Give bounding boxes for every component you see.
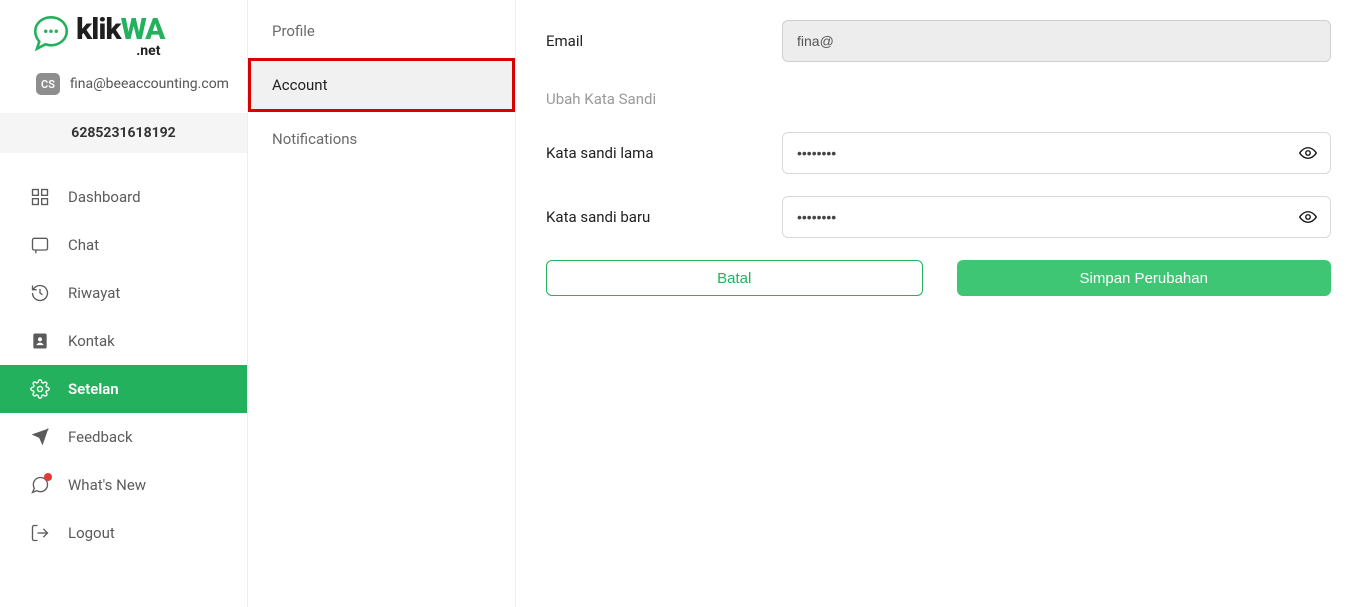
toggle-old-password-visibility[interactable]	[1297, 142, 1319, 164]
current-user-row: CS fina@beeaccounting.com	[0, 65, 247, 113]
old-password-field[interactable]	[782, 132, 1331, 174]
new-password-field[interactable]	[782, 196, 1331, 238]
nav-riwayat[interactable]: Riwayat	[0, 269, 247, 317]
nav-label: Setelan	[68, 380, 119, 398]
email-field	[782, 20, 1331, 62]
nav-label: Riwayat	[68, 284, 120, 302]
subnav-notifications[interactable]: Notifications	[248, 112, 515, 166]
toggle-new-password-visibility[interactable]	[1297, 206, 1319, 228]
email-label: Email	[546, 32, 782, 50]
notification-dot-icon	[44, 473, 52, 481]
eye-icon	[1299, 208, 1317, 226]
old-password-label: Kata sandi lama	[546, 144, 782, 162]
account-settings-panel: Email Ubah Kata Sandi Kata sandi lama Ka…	[516, 0, 1349, 607]
history-icon	[30, 283, 50, 303]
brand-wordmark: klikWA	[76, 12, 164, 47]
primary-nav: Dashboard Chat Riwayat Kontak Setelan Fe…	[0, 153, 247, 557]
brand-chat-icon	[30, 12, 72, 54]
nav-label: What's New	[68, 476, 146, 494]
nav-label: Dashboard	[68, 188, 141, 206]
nav-label: Chat	[68, 236, 99, 254]
phone-number-banner[interactable]: 6285231618192	[0, 113, 247, 153]
paper-plane-icon	[30, 427, 50, 447]
save-changes-button[interactable]: Simpan Perubahan	[957, 260, 1332, 296]
nav-feedback[interactable]: Feedback	[0, 413, 247, 461]
nav-label: Logout	[68, 524, 115, 542]
main-sidebar: klikWA .net CS fina@beeaccounting.com 62…	[0, 0, 248, 607]
user-email: fina@beeaccounting.com	[70, 76, 229, 92]
cancel-button[interactable]: Batal	[546, 260, 923, 296]
brand-block: klikWA .net	[0, 0, 247, 65]
logout-icon	[30, 523, 50, 543]
subnav-profile[interactable]: Profile	[248, 4, 515, 58]
nav-dashboard[interactable]: Dashboard	[0, 173, 247, 221]
grid-icon	[30, 187, 50, 207]
nav-logout[interactable]: Logout	[0, 509, 247, 557]
subnav-account[interactable]: Account	[248, 58, 515, 112]
new-password-label: Kata sandi baru	[546, 208, 782, 226]
eye-icon	[1299, 144, 1317, 162]
user-badge: CS	[36, 73, 60, 95]
nav-setelan[interactable]: Setelan	[0, 365, 247, 413]
change-password-section-label: Ubah Kata Sandi	[546, 90, 1331, 108]
nav-label: Feedback	[68, 428, 133, 446]
gear-icon	[30, 379, 50, 399]
nav-kontak[interactable]: Kontak	[0, 317, 247, 365]
chat-icon	[30, 235, 50, 255]
nav-label: Kontak	[68, 332, 115, 350]
nav-chat[interactable]: Chat	[0, 221, 247, 269]
nav-whatsnew[interactable]: What's New	[0, 461, 247, 509]
contact-icon	[30, 331, 50, 351]
settings-subnav: Profile Account Notifications	[248, 0, 516, 607]
